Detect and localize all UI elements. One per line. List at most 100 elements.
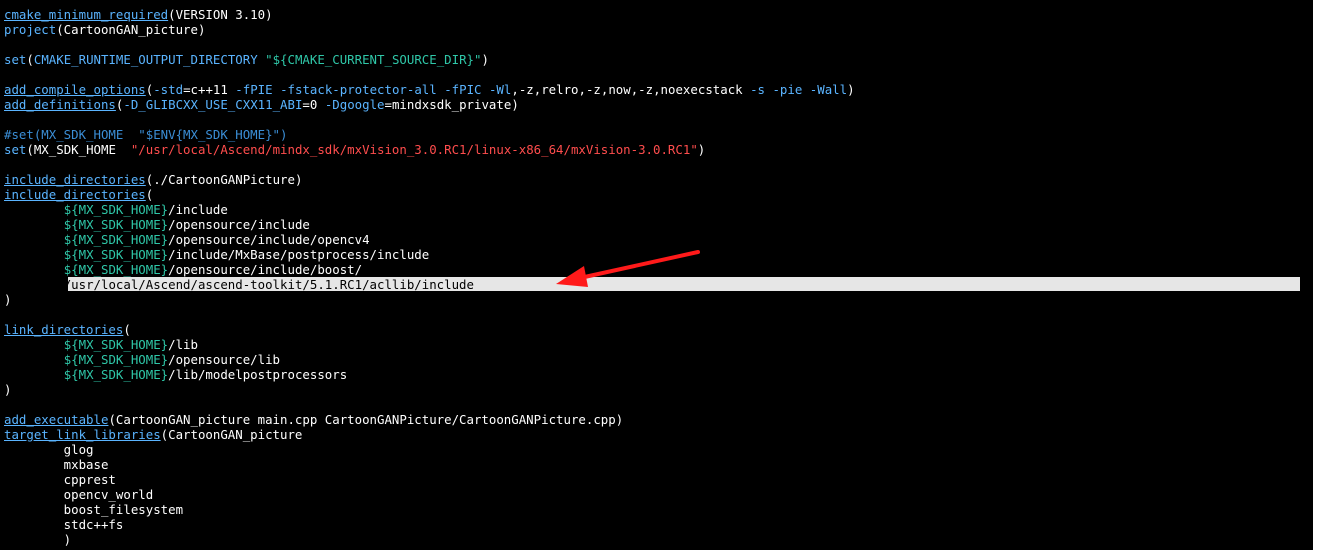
token-flag: -fPIC: [444, 82, 482, 97]
token-function: set: [4, 52, 27, 67]
token-plain: (: [26, 52, 34, 67]
token-variable: ${MX_SDK_HOME}: [63, 232, 169, 247]
code-line-18: ${MX_SDK_HOME}/opensource/include/boost/: [4, 262, 855, 277]
token-plain: =0: [302, 97, 325, 112]
code-line-14: ${MX_SDK_HOME}/include: [4, 202, 855, 217]
token-variable: ${MX_SDK_HOME}: [63, 352, 169, 367]
token-variable: ${MX_SDK_HOME}: [63, 217, 169, 232]
token-plain: mxbase: [4, 457, 109, 472]
code-line-24: ${MX_SDK_HOME}/opensource/lib: [4, 352, 855, 367]
token-plain: /include: [168, 202, 228, 217]
token-plain: ): [4, 532, 72, 547]
token-function: project: [4, 22, 57, 37]
token-plain: ): [4, 382, 12, 397]
token-function: link_directories: [4, 322, 124, 337]
token-plain: (CartoonGAN_picture: [160, 427, 303, 442]
code-line-9: #set(MX_SDK_HOME "$ENV{MX_SDK_HOME}"): [4, 127, 855, 142]
token-flag: -Wall: [809, 82, 848, 97]
token-plain: /include/MxBase/postprocess/include: [168, 247, 430, 262]
code-line-6: add_compile_options(-std=c++11 -fPIE -fs…: [4, 82, 855, 97]
code-line-26: ): [4, 382, 855, 397]
token-variable: CMAKE_RUNTIME_OUTPUT_DIRECTORY: [33, 52, 258, 67]
token-flag: -std: [153, 82, 184, 97]
token-plain: (: [123, 322, 131, 337]
token-plain: /opensource/include/boost/: [168, 262, 363, 277]
token-flag: -fstack-protector-all: [280, 82, 437, 97]
token-plain: /lib: [168, 337, 198, 352]
token-plain: ): [4, 292, 12, 307]
token-flag: -Wl: [488, 82, 512, 97]
token-plain: glog: [4, 442, 94, 457]
token-function: include_directories: [4, 187, 146, 202]
token-plain: (CartoonGAN_picture): [56, 22, 206, 37]
token-variable: ${MX_SDK_HOME}: [63, 367, 169, 382]
code-line-4: set(CMAKE_RUNTIME_OUTPUT_DIRECTORY "${CM…: [4, 52, 855, 67]
code-line-32: cpprest: [4, 472, 855, 487]
code-line-13: include_directories(: [4, 187, 855, 202]
token-function: target_link_libraries: [4, 427, 161, 442]
code-line-23: ${MX_SDK_HOME}/lib: [4, 337, 855, 352]
token-plain: (VERSION 3.10): [168, 7, 273, 22]
token-flag: -s: [750, 82, 765, 97]
token-function: include_directories: [4, 172, 146, 187]
code-line-1: cmake_minimum_required(VERSION 3.10): [4, 7, 855, 22]
token-function: cmake_minimum_required: [4, 7, 169, 22]
code-line-33: opencv_world: [4, 487, 855, 502]
token-plain: /opensource/lib: [168, 352, 281, 367]
token-variable: ${MX_SDK_HOME}: [63, 247, 169, 262]
cmake-code: cmake_minimum_required(VERSION 3.10) pro…: [4, 7, 1300, 547]
code-line-34: boost_filesystem: [4, 502, 855, 517]
token-variable: ${MX_SDK_HOME}: [63, 337, 169, 352]
code-line-7: add_definitions(-D_GLIBCXX_USE_CXX11_ABI…: [4, 97, 855, 112]
token-string: "${CMAKE_CURRENT_SOURCE_DIR}": [265, 52, 482, 67]
code-line-29: target_link_libraries(CartoonGAN_picture: [4, 427, 855, 442]
token-function: set: [4, 142, 27, 157]
selected-include-path[interactable]: /usr/local/Ascend/ascend-toolkit/5.1.RC1…: [64, 277, 474, 292]
token-function: add_compile_options: [4, 82, 146, 97]
token-plain: stdc++fs: [4, 517, 124, 532]
token-flag: -fPIE: [235, 82, 273, 97]
code-line-17: ${MX_SDK_HOME}/include/MxBase/postproces…: [4, 247, 855, 262]
token-plain: opencv_world: [4, 487, 154, 502]
token-flag: -pie: [772, 82, 803, 97]
token-string: "/usr/local/Ascend/mindx_sdk/mxVision_3.…: [130, 142, 698, 157]
token-plain: ): [847, 82, 855, 97]
code-line-35: stdc++fs: [4, 517, 855, 532]
token-plain: =c++11: [183, 82, 236, 97]
terminal-editor[interactable]: cmake_minimum_required(VERSION 3.10) pro…: [0, 0, 1313, 550]
code-line-19-selected[interactable]: /usr/local/Ascend/ascend-toolkit/5.1.RC1…: [4, 277, 1300, 292]
code-line-2: project(CartoonGAN_picture): [4, 22, 855, 37]
token-plain: ): [481, 52, 489, 67]
token-function: add_executable: [4, 412, 109, 427]
right-edge-panel: [1313, 0, 1327, 550]
code-line-20: ): [4, 292, 855, 307]
token-plain: =mindxsdk_private): [384, 97, 519, 112]
token-flag: -Dgoogle: [324, 97, 385, 112]
token-variable: ${MX_SDK_HOME}: [63, 262, 169, 277]
token-plain: (./CartoonGANPicture): [145, 172, 303, 187]
token-variable: ${MX_SDK_HOME}: [63, 202, 169, 217]
token-plain: /opensource/include/opencv4: [168, 232, 370, 247]
token-function: add_definitions: [4, 97, 116, 112]
token-comment: #set(MX_SDK_HOME "$ENV{MX_SDK_HOME}"): [4, 127, 288, 142]
code-line-28: add_executable(CartoonGAN_picture main.c…: [4, 412, 855, 427]
code-line-31: mxbase: [4, 457, 855, 472]
code-line-36: ): [4, 532, 855, 547]
token-plain: (CartoonGAN_picture main.cpp CartoonGANP…: [108, 412, 624, 427]
